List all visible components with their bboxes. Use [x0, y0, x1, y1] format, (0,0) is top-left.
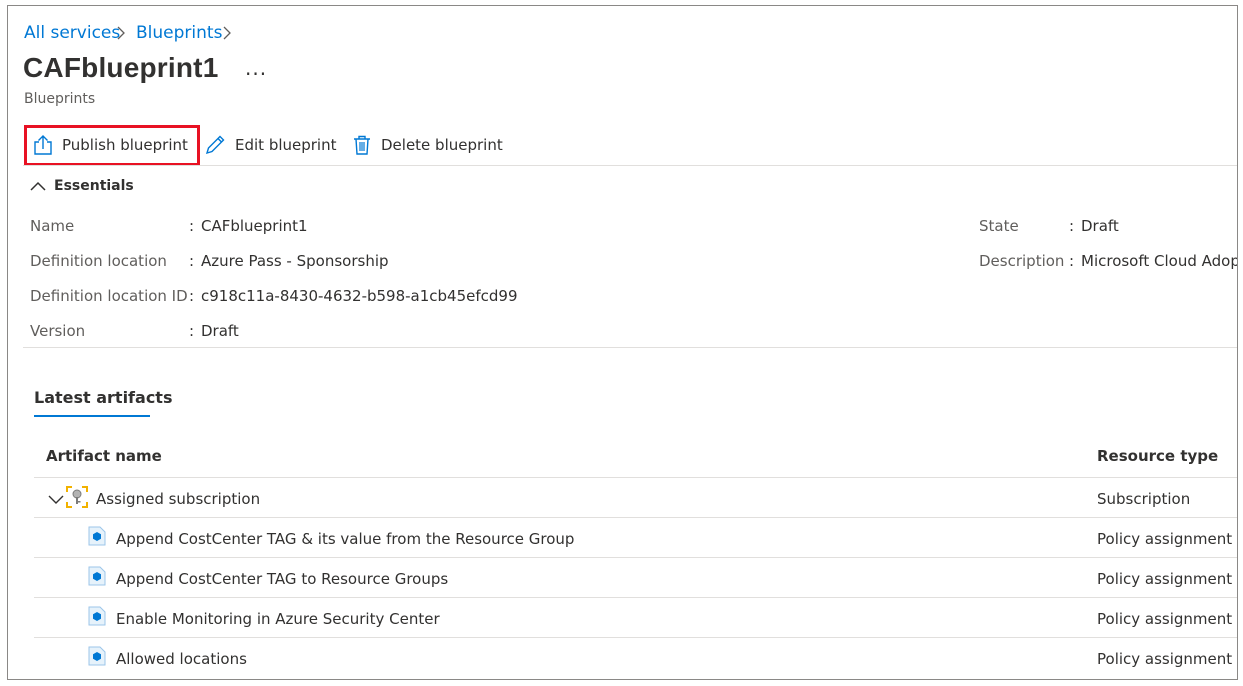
artifact-name: Enable Monitoring in Azure Security Cent…	[116, 610, 440, 628]
essentials-value-definition-location[interactable]: Azure Pass - Sponsorship	[201, 252, 389, 270]
breadcrumb-all-services[interactable]: All services	[24, 23, 120, 43]
essentials-colon: :	[189, 322, 195, 340]
essentials-label-version: Version	[30, 322, 86, 340]
essentials-value-description: Microsoft Cloud Adop	[1081, 252, 1238, 270]
policy-icon	[88, 606, 106, 630]
page-subtitle: Blueprints	[24, 91, 96, 107]
essentials-value-name: CAFblueprint1	[201, 217, 308, 235]
chevron-down-icon[interactable]	[48, 490, 64, 509]
blueprint-page: All services Blueprints CAFblueprint1 ..…	[7, 5, 1238, 680]
artifact-name: Allowed locations	[116, 650, 247, 668]
essentials-colon: :	[189, 217, 195, 235]
chevron-right-icon	[222, 21, 232, 45]
group-name: Assigned subscription	[96, 490, 261, 508]
tab-latest-artifacts[interactable]: Latest artifacts	[34, 388, 172, 407]
publish-icon	[34, 135, 52, 155]
essentials-divider	[23, 347, 1237, 348]
subscription-icon	[66, 486, 88, 512]
column-header-artifact-name[interactable]: Artifact name	[46, 447, 162, 465]
edit-icon	[205, 135, 225, 155]
publish-blueprint-button[interactable]: Publish blueprint	[33, 134, 188, 156]
breadcrumb-blueprints[interactable]: Blueprints	[136, 23, 222, 43]
essentials-label-name: Name	[30, 217, 75, 235]
essentials-toggle[interactable]: Essentials	[30, 178, 134, 194]
delete-blueprint-button[interactable]: Delete blueprint	[352, 134, 503, 156]
artifact-type: Policy assignment	[1097, 570, 1233, 588]
delete-icon	[354, 135, 370, 155]
essentials-colon: :	[189, 252, 195, 270]
group-type: Subscription	[1097, 490, 1191, 508]
essentials-colon: :	[189, 287, 195, 305]
edit-blueprint-label: Edit blueprint	[235, 136, 337, 154]
table-row-divider	[34, 597, 1237, 598]
essentials-label: Essentials	[54, 178, 134, 194]
artifact-name: Append CostCenter TAG & its value from t…	[116, 530, 575, 548]
policy-icon	[88, 646, 106, 670]
publish-blueprint-label: Publish blueprint	[62, 136, 188, 154]
delete-blueprint-label: Delete blueprint	[381, 136, 503, 154]
toolbar-divider	[23, 165, 1237, 166]
page-title: CAFblueprint1	[23, 52, 219, 83]
essentials-label-description: Description	[979, 252, 1065, 270]
chevron-right-icon	[116, 21, 126, 45]
more-options-button[interactable]: ...	[245, 56, 267, 80]
artifact-type: Policy assignment	[1097, 610, 1233, 628]
essentials-label-state: State	[979, 217, 1019, 235]
edit-blueprint-button[interactable]: Edit blueprint	[204, 134, 336, 156]
policy-icon	[88, 526, 106, 550]
chevron-up-icon	[30, 181, 46, 191]
table-row-divider	[34, 637, 1237, 638]
table-row-divider	[34, 517, 1237, 518]
column-header-resource-type[interactable]: Resource type	[1097, 447, 1218, 465]
essentials-colon: :	[1069, 252, 1075, 270]
policy-icon	[88, 566, 106, 590]
artifact-type: Policy assignment	[1097, 530, 1233, 548]
essentials-value-version: Draft	[201, 322, 239, 340]
essentials-label-definition-location: Definition location	[30, 252, 167, 270]
table-row-divider	[34, 477, 1237, 478]
table-row-divider	[34, 557, 1237, 558]
essentials-colon: :	[1069, 217, 1075, 235]
essentials-value-state: Draft	[1081, 217, 1119, 235]
artifact-name: Append CostCenter TAG to Resource Groups	[116, 570, 449, 588]
essentials-label-definition-location-id: Definition location ID	[30, 287, 188, 305]
tab-active-indicator	[34, 415, 150, 417]
artifact-type: Policy assignment	[1097, 650, 1233, 668]
essentials-value-definition-location-id: c918c11a-8430-4632-b598-a1cb45efcd99	[201, 287, 518, 305]
